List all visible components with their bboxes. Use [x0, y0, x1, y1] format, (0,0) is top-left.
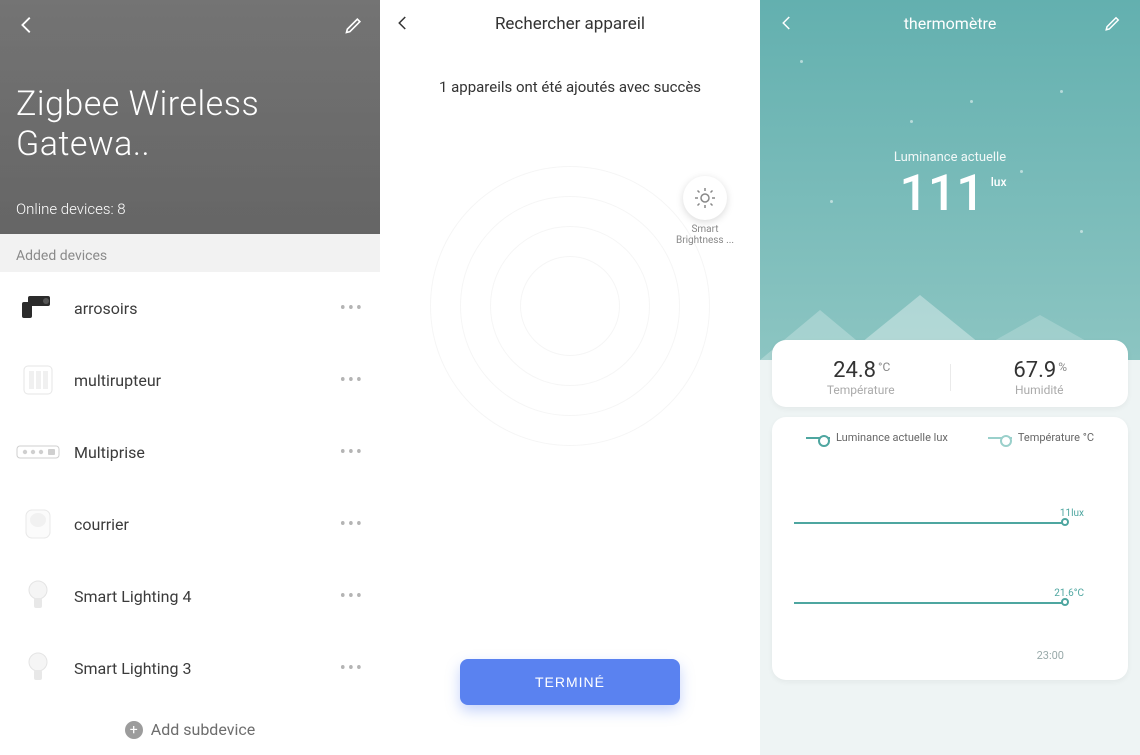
device-name-label: Smart Lighting 4: [74, 587, 340, 606]
chart-line-luminance: [794, 522, 1064, 524]
legend-label: Température °C: [1018, 431, 1094, 444]
device-row[interactable]: Smart Lighting 3 •••: [0, 632, 380, 704]
humidity-metric[interactable]: 67.9% Humidité: [951, 358, 1129, 397]
plus-circle-icon: +: [125, 721, 143, 739]
search-device-screen: Rechercher appareil 1 appareils ont été …: [380, 0, 760, 755]
humidity-value: 67.9%: [951, 358, 1129, 383]
gateway-hero: Zigbee Wireless Gatewa.. Online devices:…: [0, 0, 380, 234]
device-options-icon[interactable]: •••: [340, 658, 364, 679]
status-message: 1 appareils ont été ajoutés avec succès: [439, 78, 701, 96]
thermometer-screen: thermomètre Luminance actuelle 111lux 24…: [760, 0, 1140, 755]
device-options-icon[interactable]: •••: [340, 442, 364, 463]
temperature-value: 24.8°C: [772, 358, 950, 383]
legend-label: Luminance actuelle lux: [836, 431, 948, 444]
legend-temperature[interactable]: Température °C: [988, 431, 1094, 444]
back-arrow-icon[interactable]: [16, 14, 38, 36]
humidity-label: Humidité: [951, 383, 1129, 397]
device-name-label: Smart Lighting 3: [74, 659, 340, 678]
device-name-label: Multiprise: [74, 443, 340, 462]
luminance-unit: lux: [991, 175, 1007, 189]
found-device-name: Smart Brightness ...: [670, 224, 740, 246]
chart-legend: Luminance actuelle lux Température °C: [786, 431, 1114, 444]
legend-swatch-icon: [806, 437, 830, 439]
brightness-sensor-icon: [683, 176, 727, 220]
device-name-label: courrier: [74, 515, 340, 534]
temperature-metric[interactable]: 24.8°C Température: [772, 358, 950, 397]
gateway-screen: Zigbee Wireless Gatewa.. Online devices:…: [0, 0, 380, 755]
chart-line-temperature: [794, 602, 1064, 604]
bulb-icon: [16, 646, 60, 690]
legend-swatch-icon: [988, 437, 1012, 439]
device-options-icon[interactable]: •••: [340, 514, 364, 535]
device-options-icon[interactable]: •••: [340, 586, 364, 607]
irrigation-valve-icon: [16, 286, 60, 330]
page-title: Rechercher appareil: [495, 14, 645, 34]
history-chart-card: Luminance actuelle lux Température °C 11…: [772, 417, 1128, 680]
luminance-value: 111 lux: [760, 165, 1140, 223]
switch-panel-icon: [16, 358, 60, 402]
found-device[interactable]: Smart Brightness ...: [670, 176, 740, 246]
device-row[interactable]: Multiprise •••: [0, 416, 380, 488]
chart-area[interactable]: 11lux 21.6°C 23:00: [786, 472, 1114, 662]
device-name-label: arrosoirs: [74, 299, 340, 318]
legend-luminance[interactable]: Luminance actuelle lux: [806, 431, 948, 444]
power-strip-icon: [16, 430, 60, 474]
back-chevron-icon[interactable]: [394, 14, 412, 32]
luminance-number: 111: [899, 165, 984, 223]
gateway-title: Zigbee Wireless Gatewa..: [16, 84, 364, 164]
add-subdevice-label: Add subdevice: [151, 720, 255, 739]
chart-x-tick: 23:00: [1037, 649, 1064, 662]
added-devices-header: Added devices: [0, 234, 380, 272]
device-options-icon[interactable]: •••: [340, 298, 364, 319]
device-row[interactable]: courrier •••: [0, 488, 380, 560]
motion-sensor-icon: [16, 502, 60, 546]
online-device-count: Online devices: 8: [16, 200, 364, 218]
edit-pencil-icon[interactable]: [344, 15, 364, 35]
device-list: arrosoirs ••• multirupteur ••• Multipris…: [0, 272, 380, 704]
sensor-hero: thermomètre Luminance actuelle 111lux: [760, 0, 1140, 360]
nav-bar: Rechercher appareil: [380, 0, 760, 48]
chart-annotation-temperature: 21.6°C: [1054, 588, 1084, 599]
done-button[interactable]: TERMINÉ: [460, 659, 680, 705]
metrics-card: 24.8°C Température 67.9% Humidité: [772, 340, 1128, 407]
device-row[interactable]: Smart Lighting 4 •••: [0, 560, 380, 632]
bulb-icon: [16, 574, 60, 618]
temperature-label: Température: [772, 383, 950, 397]
add-subdevice-button[interactable]: + Add subdevice: [0, 704, 380, 755]
device-row[interactable]: arrosoirs •••: [0, 272, 380, 344]
device-radar: Smart Brightness ...: [430, 166, 710, 446]
device-row[interactable]: multirupteur •••: [0, 344, 380, 416]
device-name-label: multirupteur: [74, 371, 340, 390]
device-options-icon[interactable]: •••: [340, 370, 364, 391]
luminance-label: Luminance actuelle: [760, 0, 1140, 165]
